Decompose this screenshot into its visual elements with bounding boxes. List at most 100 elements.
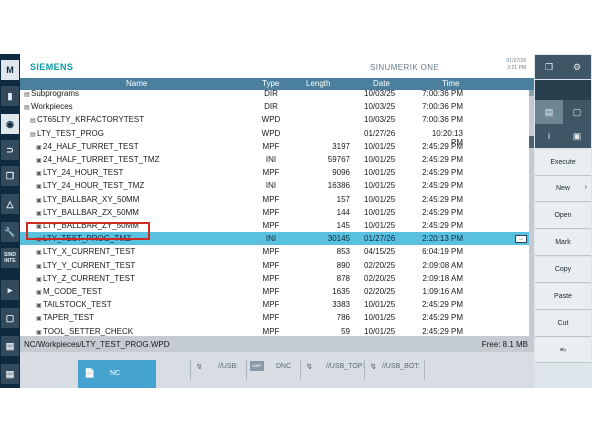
- file-icon: ▣: [36, 316, 42, 323]
- usb-icon: ↯: [306, 362, 313, 371]
- table-row[interactable]: ▣24_HALF_TURRET_TEST MPF 3197 10/01/25 2:45:…: [20, 140, 529, 153]
- arrow-right-icon[interactable]: →: [515, 235, 527, 244]
- tab-dnc[interactable]: DNC: [276, 363, 291, 370]
- table-row[interactable]: ▤LTY_TEST_PROG WPD 01/27/26 10:20:13 PM: [20, 127, 529, 147]
- folder-icon: ▤: [24, 105, 30, 112]
- tab-nc[interactable]: 📄 NC: [78, 360, 156, 388]
- execute-button[interactable]: Execute: [535, 150, 591, 176]
- file-type: MPF: [262, 194, 280, 204]
- column-header: Name Type Length Date Time: [20, 78, 534, 90]
- table-row[interactable]: ▣LTY_24_HOUR_TEST MPF 9096 10/01/25 2:45:29 …: [20, 166, 529, 179]
- file-time: 7:00:36 PM: [422, 115, 463, 125]
- table-row[interactable]: ▤Subprograms DIR 10/03/25 7:00:36 PM: [20, 90, 529, 100]
- file-name: ▣LTY_Z_CURRENT_TEST: [36, 274, 135, 283]
- tab-divider: [364, 360, 365, 380]
- table-row[interactable]: ▣LTY_Y_CURRENT_TEST MPF 890 02/20/25 2:09:08…: [20, 259, 529, 272]
- file-name: ▣24_HALF_TURRET_TEST: [36, 142, 139, 151]
- table-row[interactable]: ▣TAPER_TEST MPF 786 10/01/25 2:45:29 PM: [20, 311, 529, 324]
- file-icon: ▣: [36, 276, 42, 283]
- program-manager-icon[interactable]: ⊃: [1, 140, 19, 160]
- window-icon[interactable]: ▤: [1, 336, 19, 356]
- alarm-icon[interactable]: △: [1, 194, 19, 214]
- parameter-icon[interactable]: ▮: [1, 86, 19, 106]
- file-type: MPF: [262, 247, 280, 257]
- table-row[interactable]: ▣M_CODE_TEST MPF 1635 02/20/25 1:09:16 AM: [20, 285, 529, 298]
- cut-label: Cut: [557, 320, 569, 327]
- display-icon[interactable]: ▢: [563, 100, 591, 124]
- column-name[interactable]: Name: [126, 79, 147, 88]
- table-row[interactable]: ▤Workpieces DIR 10/03/25 7:00:36 PM: [20, 100, 529, 113]
- column-type[interactable]: Type: [262, 79, 279, 88]
- copy-screen-icon[interactable]: ❐: [1, 166, 19, 186]
- tab-divider: [246, 360, 247, 380]
- settings-icon[interactable]: ⚙: [563, 55, 591, 79]
- column-length[interactable]: Length: [306, 79, 330, 88]
- table-row[interactable]: ▣TOOL_SETTER_CHECK MPF 59 10/01/25 2:45:29 P…: [20, 325, 529, 336]
- free-space: Free: 8.1 MB: [481, 340, 528, 349]
- file-date: 10/01/25: [364, 194, 396, 204]
- file-name: ▣LTY_X_CURRENT_TEST: [36, 247, 135, 256]
- file-time: 2:45:29 PM: [422, 326, 463, 336]
- table-row[interactable]: ▣LTY_24_HOUR_TEST_TMZ INI 16386 10/01/25 2:4…: [20, 179, 529, 192]
- new-button[interactable]: New ›: [535, 176, 591, 202]
- copy-icon[interactable]: ❐: [535, 55, 563, 79]
- file-time: 2:09:08 AM: [422, 260, 463, 270]
- file-icon: ▣: [36, 144, 42, 151]
- tab-usb-bot[interactable]: //USB_BOT:: [382, 363, 420, 370]
- annotation-highlight-box: [26, 222, 150, 240]
- more-button[interactable]: ≡›: [535, 338, 591, 363]
- tab-usb[interactable]: //USB:: [218, 363, 238, 370]
- column-date[interactable]: Date: [373, 79, 390, 88]
- file-length: 9096: [332, 168, 350, 178]
- file-type: MPF: [262, 326, 280, 336]
- mark-button[interactable]: Mark: [535, 230, 591, 256]
- file-date: 10/01/25: [364, 141, 396, 151]
- file-time: 2:45:29 PM: [422, 141, 463, 151]
- file-time: 2:45:29 PM: [422, 155, 463, 164]
- table-row[interactable]: ▣LTY_X_CURRENT_TEST MPF 853 04/15/25 6:04:19…: [20, 245, 529, 258]
- folder-icon: ▤: [30, 131, 36, 138]
- preview-icon[interactable]: ▤: [535, 100, 563, 124]
- table-row[interactable]: ▣LTY_BALLBAR_XY_50MM MPF 157 10/01/25 2:45:2…: [20, 193, 529, 206]
- file-date: 01/27/26: [364, 128, 396, 138]
- program-icon[interactable]: ◉: [1, 114, 19, 134]
- file-length: 59: [341, 326, 350, 336]
- paste-button[interactable]: Paste: [535, 284, 591, 310]
- file-name-text: Subprograms: [31, 90, 80, 98]
- file-date: 02/20/25: [364, 260, 396, 270]
- table-row[interactable]: ▣LTY_Z_CURRENT_TEST MPF 878 02/20/25 2:09:18…: [20, 272, 529, 285]
- file-name: ▤CT65LTY_KRFACTORYTEST: [30, 115, 144, 124]
- file-name-text: 24_HALF_TURRET_TEST: [43, 141, 139, 151]
- file-name-text: 24_HALF_TURRET_TEST_TMZ: [43, 155, 160, 164]
- tab-nc-label: NC: [110, 370, 121, 377]
- column-time[interactable]: Time: [442, 79, 459, 88]
- list-icon[interactable]: ▤: [1, 364, 19, 384]
- mmf-icon: MMF: [250, 361, 264, 371]
- sinumerik-integrate-button[interactable]: SIND INTE: [1, 248, 19, 268]
- file-date: 10/01/25: [364, 181, 396, 191]
- file-name: ▣TAPER_TEST: [36, 313, 94, 322]
- cut-button[interactable]: Cut: [535, 311, 591, 337]
- copy-button[interactable]: Copy: [535, 257, 591, 283]
- expand-arrow-icon[interactable]: ▸: [1, 280, 19, 300]
- panel-icon[interactable]: ▢: [1, 308, 19, 328]
- file-length: 890: [336, 260, 350, 270]
- table-row[interactable]: ▤CT65LTY_KRFACTORYTEST WPD 10/03/25 7:00:36…: [20, 113, 529, 126]
- info-icon[interactable]: i: [535, 124, 563, 148]
- file-name: ▤Workpieces: [24, 102, 73, 111]
- paste-label: Paste: [554, 293, 572, 300]
- machine-area-button[interactable]: M: [1, 60, 19, 80]
- open-button[interactable]: Open: [535, 203, 591, 229]
- camera-icon[interactable]: ▣: [563, 124, 591, 148]
- file-time: 2:45:29 PM: [422, 181, 463, 191]
- file-length: 878: [336, 273, 350, 283]
- table-row[interactable]: ▣LTY_BALLBAR_ZX_50MM MPF 144 10/01/25 2:45:2…: [20, 206, 529, 219]
- file-list[interactable]: ▤Subprograms DIR 10/03/25 7:00:36 PM ▤Workpi…: [20, 90, 529, 336]
- file-date: 10/01/25: [364, 207, 396, 217]
- wrench-icon[interactable]: 🔧: [1, 222, 19, 242]
- file-date: 01/27/26: [364, 234, 396, 244]
- file-type: MPF: [262, 273, 280, 283]
- table-row[interactable]: ▣24_HALF_TURRET_TEST_TMZ INI 59767 10/01/25…: [20, 153, 529, 166]
- tab-usb-top[interactable]: //USB_TOP:: [326, 363, 364, 370]
- table-row[interactable]: ▣TAILSTOCK_TEST MPF 3383 10/01/25 2:45:29 PM: [20, 298, 529, 311]
